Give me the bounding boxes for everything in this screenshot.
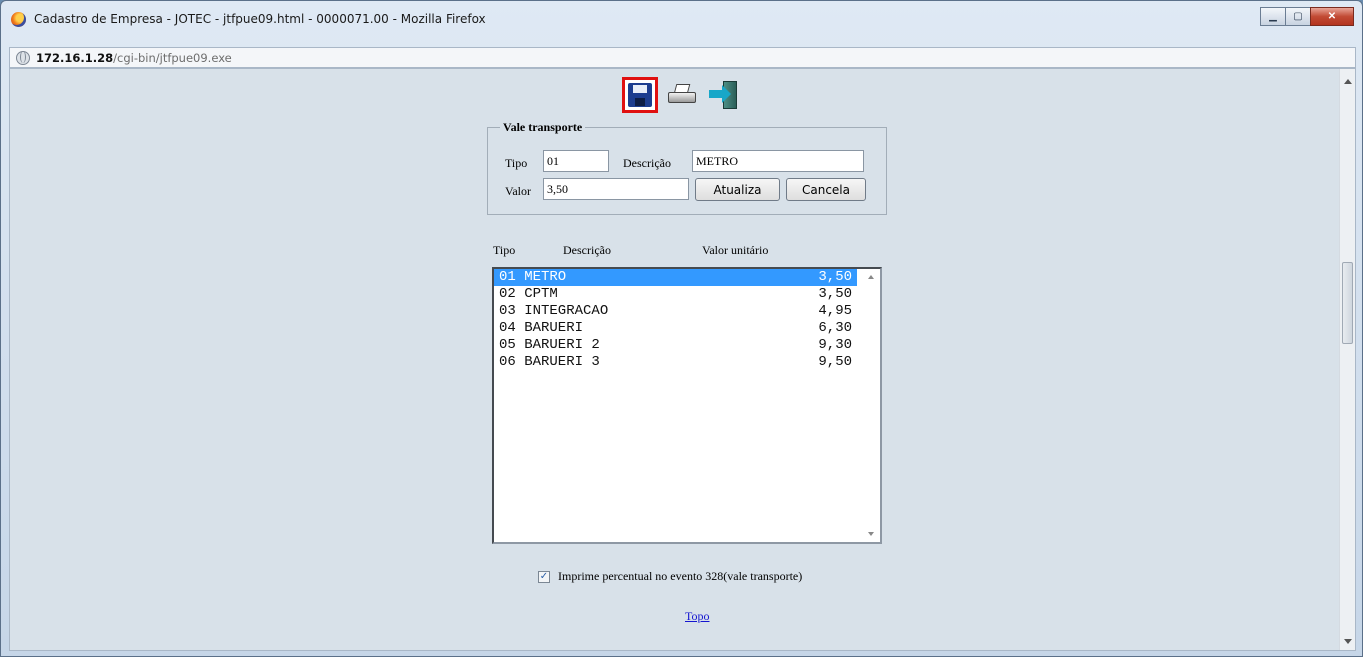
topo-link[interactable]: Topo — [685, 609, 710, 624]
save-icon — [628, 83, 652, 107]
scroll-down-icon[interactable] — [868, 532, 874, 536]
exit-icon — [709, 80, 739, 110]
browser-window: Cadastro de Empresa - JOTEC - jtfpue09.h… — [0, 0, 1363, 657]
list-item-value: 9,30 — [818, 337, 852, 353]
valor-column-header: Valor unitário — [702, 243, 769, 257]
scroll-up-icon[interactable] — [868, 275, 874, 279]
page-scrollbar[interactable] — [1339, 69, 1355, 650]
scroll-thumb[interactable] — [1342, 262, 1353, 344]
valor-input[interactable] — [543, 178, 689, 200]
list-item-description: 05 BARUERI 2 — [499, 337, 600, 353]
vale-transporte-fieldset: Vale transporte Tipo Descrição Valor Atu… — [487, 120, 887, 215]
page-content: Vale transporte Tipo Descrição Valor Atu… — [9, 68, 1356, 651]
print-button[interactable] — [664, 77, 700, 113]
list-item[interactable]: 01 METRO 3,50 — [494, 269, 857, 286]
firefox-icon — [11, 11, 26, 27]
tipo-column-header: Tipo — [493, 243, 516, 257]
window-title: Cadastro de Empresa - JOTEC - jtfpue09.h… — [34, 12, 486, 26]
scroll-down-icon[interactable] — [1344, 639, 1352, 644]
minimize-button[interactable]: ▁ — [1260, 7, 1286, 26]
url-text[interactable]: 172.16.1.28/cgi-bin/jtfpue09.exe — [36, 51, 232, 65]
descricao-label: Descrição — [623, 156, 671, 170]
list-item-description: 04 BARUERI — [499, 320, 584, 336]
fieldset-legend: Vale transporte — [500, 120, 586, 135]
imprime-option: ✓ Imprime percentual no evento 328(vale … — [538, 569, 802, 584]
list-item-value: 9,50 — [818, 354, 852, 370]
list-item-description: 01 METRO — [499, 269, 567, 285]
list-item[interactable]: 04 BARUERI 6,30 — [494, 320, 857, 337]
vale-transporte-list[interactable]: 01 METRO 3,50 02 CPTM 3,50 03 INTEGRACAO 4,95… — [492, 267, 882, 544]
address-bar[interactable]: 172.16.1.28/cgi-bin/jtfpue09.exe — [9, 47, 1356, 68]
url-path: /cgi-bin/jtfpue09.exe — [113, 50, 232, 65]
list-item-value: 4,95 — [818, 303, 852, 319]
list-item-value: 6,30 — [818, 320, 852, 336]
list-item[interactable]: 03 INTEGRACAO 4,95 — [494, 303, 857, 320]
globe-icon — [16, 50, 30, 65]
descricao-input[interactable] — [692, 150, 864, 172]
descricao-column-header: Descrição — [563, 243, 611, 257]
list-item[interactable]: 02 CPTM 3,50 — [494, 286, 857, 303]
imprime-label: Imprime percentual no evento 328(vale tr… — [558, 569, 803, 583]
list-item-description: 06 BARUERI 3 — [499, 354, 600, 370]
print-icon — [668, 84, 696, 106]
tipo-input[interactable] — [543, 150, 609, 172]
list-item[interactable]: 05 BARUERI 2 9,30 — [494, 337, 857, 354]
valor-label: Valor — [505, 184, 531, 198]
close-button[interactable]: ✕ — [1310, 7, 1354, 26]
toolbar — [622, 77, 748, 113]
maximize-button[interactable]: ▢ — [1285, 7, 1311, 26]
list-item[interactable]: 06 BARUERI 3 9,50 — [494, 354, 857, 371]
list-item-description: 03 INTEGRACAO — [499, 303, 609, 319]
cancela-button[interactable]: Cancela — [786, 178, 866, 201]
list-item-description: 02 CPTM — [499, 286, 558, 302]
list-item-value: 3,50 — [818, 269, 852, 285]
exit-button[interactable] — [706, 77, 742, 113]
list-item-value: 3,50 — [818, 286, 852, 302]
window-controls: ▁ ▢ ✕ — [1260, 7, 1354, 26]
atualiza-button[interactable]: Atualiza — [695, 178, 780, 201]
save-button[interactable] — [622, 77, 658, 113]
imprime-checkbox[interactable]: ✓ — [538, 570, 550, 583]
tipo-label: Tipo — [505, 156, 528, 170]
url-host: 172.16.1.28 — [36, 50, 114, 65]
title-bar: Cadastro de Empresa - JOTEC - jtfpue09.h… — [1, 1, 1362, 37]
list-scrollbar[interactable] — [864, 269, 880, 542]
list-rows: 01 METRO 3,50 02 CPTM 3,50 03 INTEGRACAO 4,95… — [494, 269, 880, 371]
scroll-up-icon[interactable] — [1344, 79, 1352, 84]
